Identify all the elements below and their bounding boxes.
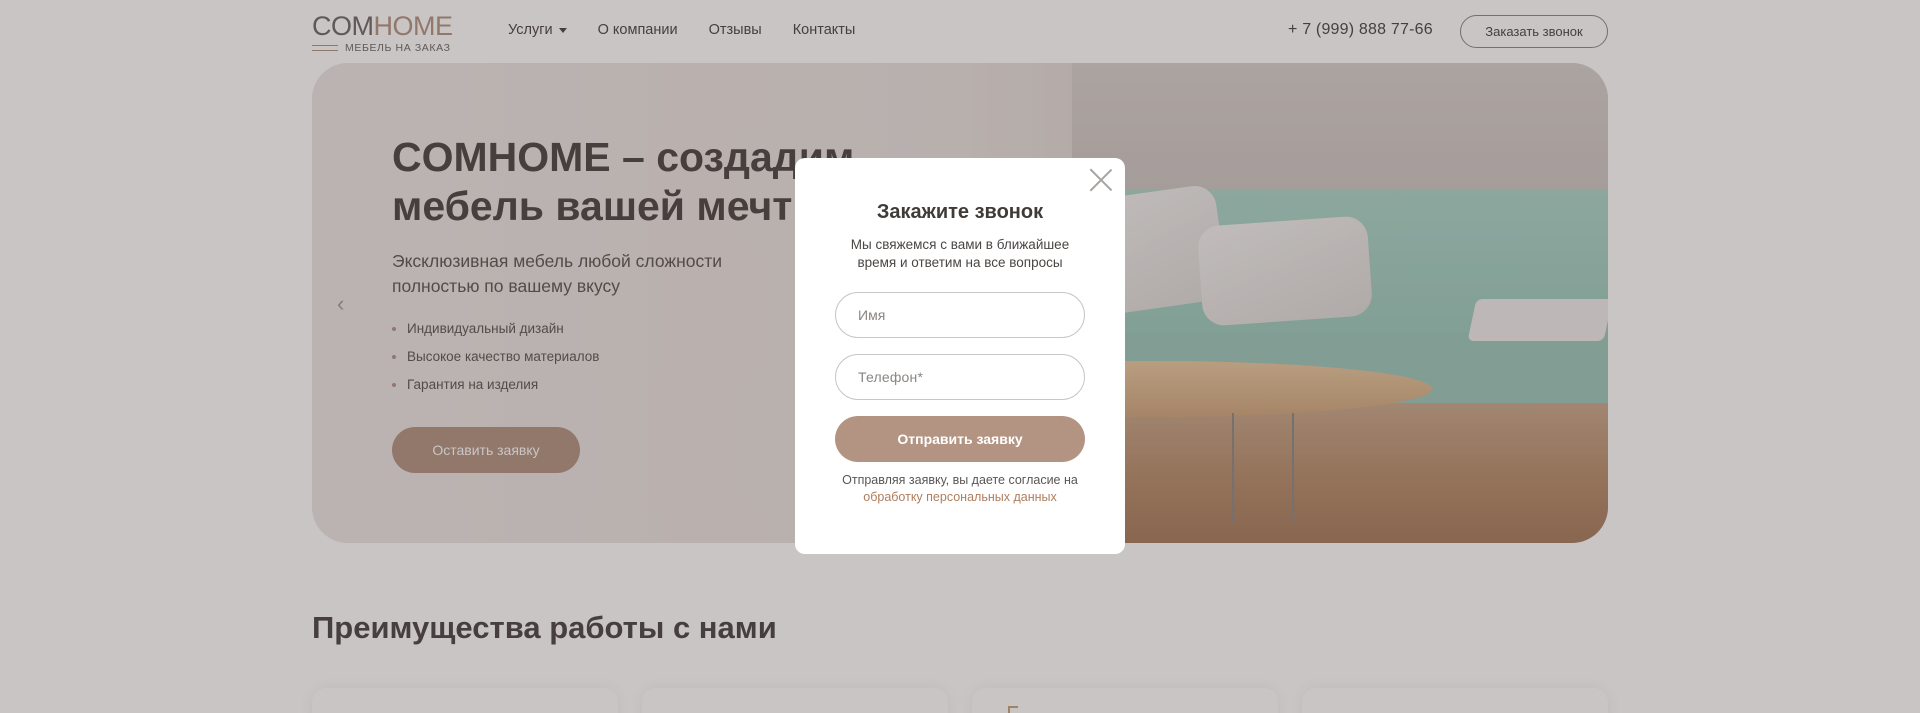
name-input[interactable] <box>835 292 1085 338</box>
privacy-policy-link[interactable]: обработку персональных данных <box>863 490 1056 504</box>
callback-modal: Закажите звонок Мы свяжемся с вами в бли… <box>795 158 1125 554</box>
modal-description: Мы свяжемся с вами в ближайшее время и о… <box>850 237 1070 270</box>
submit-request-button[interactable]: Отправить заявку <box>835 416 1085 462</box>
consent-text: Отправляя заявку, вы даете согласие на о… <box>842 473 1078 504</box>
close-icon[interactable] <box>1089 168 1113 192</box>
phone-input[interactable] <box>835 354 1085 400</box>
modal-title: Закажите звонок <box>876 201 1044 223</box>
